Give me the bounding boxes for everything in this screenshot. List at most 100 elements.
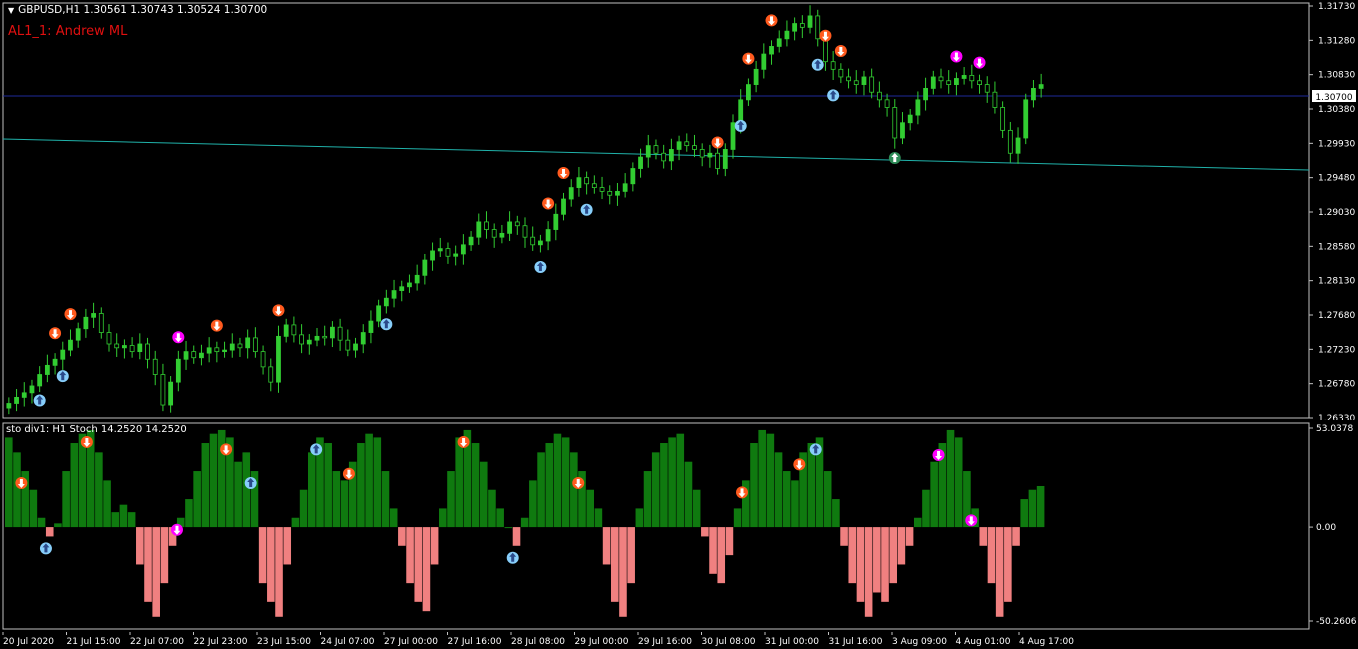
osc-sell-arrow-icon — [736, 486, 749, 499]
oscillator-bar — [422, 527, 431, 612]
oscillator-bar — [570, 452, 578, 528]
oscillator-bar — [848, 527, 857, 584]
oscillator-bar — [668, 437, 676, 528]
candle-body — [491, 229, 497, 238]
candle-body — [514, 221, 520, 227]
candle-body — [622, 183, 628, 192]
sell-arrow-icon — [210, 319, 223, 332]
oscillator-bar — [750, 443, 758, 528]
candle-body — [645, 145, 651, 158]
window-menu-icon[interactable]: ▼ — [8, 6, 14, 15]
oscillator-bar — [717, 527, 726, 584]
oscillator-bar — [684, 461, 693, 528]
time-tick-label: 27 Jul 16:00 — [448, 637, 502, 647]
candle-body — [946, 80, 952, 85]
oscillator-bar — [242, 452, 251, 528]
oscillator-bar — [561, 437, 570, 528]
candle-body — [792, 23, 798, 32]
oscillator-bar — [692, 489, 701, 528]
candle-body — [938, 76, 944, 82]
bullish-divergence-icon — [888, 151, 901, 164]
oscillator-bar — [193, 471, 201, 528]
osc-sell-arrow-icon — [572, 477, 585, 490]
oscillator-bar — [701, 527, 709, 537]
candle-body — [260, 351, 266, 368]
buy-arrow-icon — [56, 370, 69, 383]
oscillator-bar — [709, 527, 717, 574]
candle-body — [137, 343, 143, 353]
oscillator-bar — [5, 437, 13, 528]
sell-arrow-icon — [711, 136, 724, 149]
candle-body — [1038, 84, 1044, 89]
candle-body — [838, 68, 844, 78]
oscillator-bar — [144, 527, 152, 602]
time-tick-label: 29 Jul 16:00 — [638, 637, 692, 647]
candle-body — [1015, 137, 1021, 154]
oscillator-bar — [1012, 527, 1020, 546]
oscillator-bar — [37, 517, 46, 528]
oscillator-bar — [62, 471, 70, 528]
candle-body — [961, 75, 967, 79]
candle-body — [322, 335, 328, 339]
candle-body — [291, 324, 297, 336]
symbol-info: ▼ GBPUSD,H1 1.30561 1.30743 1.30524 1.307… — [8, 4, 267, 16]
candle-body — [615, 190, 620, 196]
candle-body — [630, 168, 636, 185]
osc-sell-arrow-icon — [342, 467, 355, 480]
osc-buy-arrow-icon — [244, 477, 257, 490]
oscillator-bar — [504, 527, 513, 529]
oscillator-bars — [5, 429, 1045, 617]
oscillator-bar — [275, 527, 283, 617]
oscillator-bar — [185, 499, 193, 528]
osc-tick-label: 0.00 — [1316, 523, 1336, 533]
candle-body — [14, 396, 19, 404]
oscillator-bar — [455, 437, 463, 528]
buy-arrow-icon — [534, 260, 547, 273]
oscillator-bar — [381, 471, 390, 528]
oscillator-bar — [1004, 527, 1012, 602]
oscillator-bar — [627, 527, 635, 584]
candle-body — [91, 313, 96, 318]
oscillator-bar — [54, 523, 62, 528]
oscillator-bar — [881, 527, 889, 602]
candle-body — [769, 46, 774, 55]
oscillator-chart[interactable]: 53.0378 0.00 -50.2606 — [0, 420, 1358, 632]
candle-body — [122, 345, 127, 349]
price-tick-label: 1.31730 — [1318, 2, 1355, 12]
oscillator-bar — [201, 443, 210, 528]
sell-arrow-icon — [765, 14, 778, 27]
price-tick-label: 1.31280 — [1318, 36, 1355, 46]
current-price-tag: 1.30700 — [1312, 90, 1356, 103]
oscillator-bar — [758, 429, 766, 528]
current-price-label: 1.30700 — [1315, 93, 1352, 103]
candle-body — [337, 326, 343, 341]
oscillator-bar — [946, 429, 955, 528]
oscillator-bar — [152, 527, 160, 617]
oscillator-bar — [78, 433, 87, 528]
oscillator-bar — [840, 527, 848, 546]
osc-tick-label: 53.0378 — [1316, 424, 1353, 434]
candle-body — [29, 385, 35, 394]
oscillator-bar — [439, 508, 447, 528]
candle-body — [984, 84, 990, 93]
candle-body — [846, 76, 851, 82]
symbol-info-text: GBPUSD,H1 1.30561 1.30743 1.30524 1.3070… — [18, 4, 268, 16]
price-tick-label: 1.28580 — [1318, 242, 1355, 252]
candle-body — [199, 352, 204, 359]
candle-body — [992, 91, 998, 108]
candle-body — [206, 347, 212, 354]
candle-body — [699, 149, 705, 158]
indicator-label: AL1_1: Andrew ML — [8, 24, 128, 39]
osc-hidden-divergence-icon — [932, 449, 945, 462]
time-tick-label: 21 Jul 15:00 — [67, 637, 121, 647]
candle-body — [776, 38, 782, 47]
candle-body — [784, 30, 790, 40]
buy-arrow-icon — [580, 203, 593, 216]
oscillator-bar — [643, 471, 652, 528]
time-tick-label: 29 Jul 00:00 — [575, 637, 629, 647]
oscillator-bar — [913, 517, 922, 528]
price-chart[interactable]: 1.31730 1.31280 1.30830 1.30380 1.29930 1.294… — [0, 0, 1358, 420]
price-tick-label: 1.29030 — [1318, 208, 1355, 218]
candle-body — [715, 152, 720, 169]
time-tick-label: 22 Jul 23:00 — [194, 637, 248, 647]
